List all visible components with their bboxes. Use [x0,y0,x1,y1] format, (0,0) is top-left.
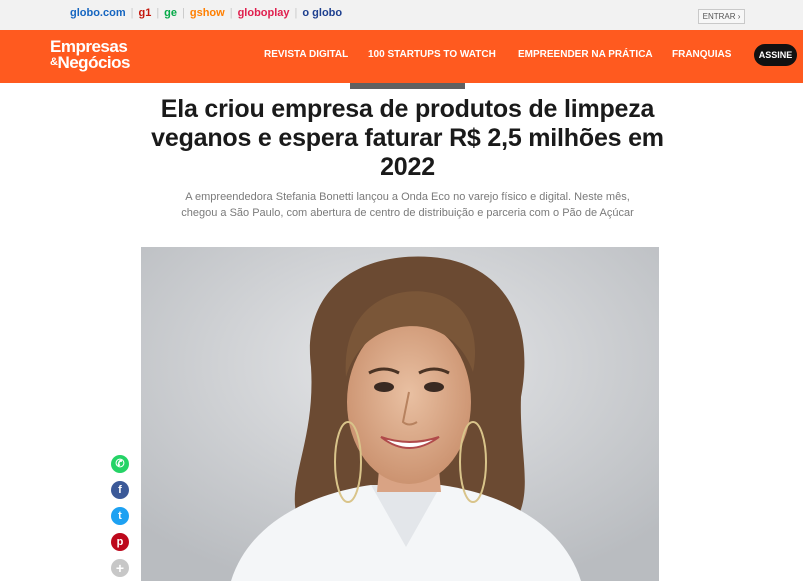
brand-separator: | [294,7,298,19]
nav-item-empreender[interactable]: EMPREENDER NA PRÁTICA [518,49,653,60]
nav-item-franquias[interactable]: FRANQUIAS [672,49,731,60]
brand-separator: | [130,7,134,19]
whatsapp-icon[interactable]: ✆ [111,455,129,473]
section-tab-indicator [350,83,465,89]
more-icon[interactable]: + [111,559,129,577]
brand-link-ge[interactable]: ge [164,7,177,19]
globo-top-bar: globo.com | g1 | ge | gshow | globoplay … [0,0,803,31]
twitter-icon[interactable]: t [111,507,129,525]
logo-text-line2: &Negócios [50,54,130,71]
brand-separator: | [156,7,160,19]
brand-link-oglobo[interactable]: o globo [302,7,342,19]
brand-separator: | [229,7,233,19]
globo-brand-links: globo.com | g1 | ge | gshow | globoplay … [70,7,342,19]
article-hero-photo[interactable] [141,247,659,581]
nav-item-100-startups[interactable]: 100 STARTUPS TO WATCH [368,49,496,60]
brand-separator: | [182,7,185,19]
brand-link-globocom[interactable]: globo.com [70,7,126,19]
article-title: Ela criou empresa de produtos de limpeza… [151,95,664,181]
pinterest-icon[interactable]: p [111,533,129,551]
nav-item-revista-digital[interactable]: REVISTA DIGITAL [264,49,348,60]
site-logo[interactable]: Empresas &Negócios [50,38,130,72]
portrait-illustration [141,247,659,581]
assine-button[interactable]: ASSINE [754,44,797,66]
logo-text-line2-word: Negócios [57,53,130,72]
brand-link-g1[interactable]: g1 [138,7,151,19]
article-subtitle: A empreendedora Stefania Bonetti lançou … [181,191,634,219]
brand-link-gshow[interactable]: gshow [190,7,225,19]
entrar-button[interactable]: ENTRAR › [698,9,745,24]
facebook-icon[interactable]: f [111,481,129,499]
brand-link-globoplay[interactable]: globoplay [238,7,290,19]
